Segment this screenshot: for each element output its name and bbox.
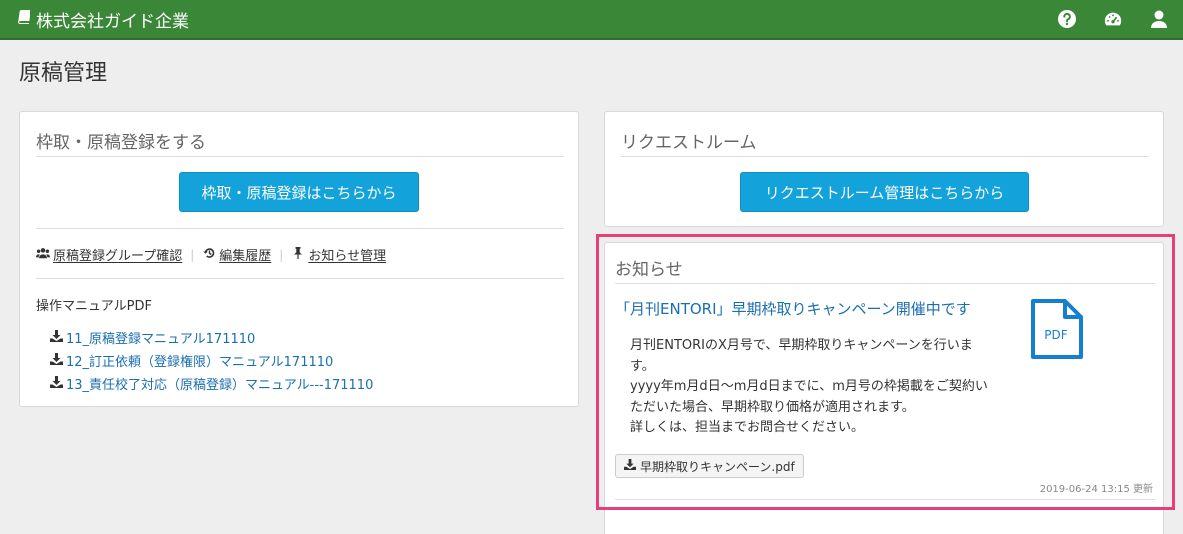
download-icon	[50, 352, 63, 369]
news-highlight-frame	[596, 234, 1175, 510]
request-room-button[interactable]: リクエストルーム管理はこちらから	[740, 172, 1029, 212]
manual-link-label: 11_原稿登録マニュアル171110	[66, 332, 256, 347]
download-icon	[50, 329, 63, 346]
edit-history-link[interactable]: 編集履歴	[202, 245, 271, 264]
link-separator: |	[279, 247, 284, 262]
pin-icon	[291, 246, 305, 263]
manuscript-registration-panel: 枠取・原稿登録をする 枠取・原稿登録はこちらから 原稿登録グループ確認 | 編集…	[19, 111, 579, 407]
download-icon	[50, 375, 63, 392]
manual-link[interactable]: 12_訂正依頼（登録権限）マニュアル171110	[50, 349, 373, 372]
history-icon	[202, 247, 216, 263]
divider	[621, 156, 1149, 157]
manual-list: 11_原稿登録マニュアル171110 12_訂正依頼（登録権限）マニュアル171…	[50, 326, 373, 395]
brand-name: 株式会社ガイド企業	[36, 11, 189, 32]
register-button[interactable]: 枠取・原稿登録はこちらから	[179, 172, 419, 212]
divider	[36, 278, 564, 279]
manual-link[interactable]: 13_責任校了対応（原稿登録）マニュアル---171110	[50, 372, 373, 395]
panel-title: 枠取・原稿登録をする	[36, 133, 206, 153]
divider	[36, 228, 564, 229]
divider	[36, 156, 564, 157]
news-manage-link[interactable]: お知らせ管理	[291, 245, 386, 264]
brand[interactable]: 株式会社ガイド企業	[16, 7, 189, 32]
page-title: 原稿管理	[19, 61, 108, 86]
request-room-panel: リクエストルーム リクエストルーム管理はこちらから	[604, 111, 1164, 227]
manual-link-label: 13_責任校了対応（原稿登録）マニュアル---171110	[66, 378, 374, 393]
edit-history-label: 編集履歴	[219, 249, 272, 264]
panel-links: 原稿登録グループ確認 | 編集履歴 | お知らせ管理	[36, 245, 386, 264]
book-icon	[16, 9, 31, 30]
link-separator: |	[190, 247, 195, 262]
dashboard-icon[interactable]	[1103, 9, 1123, 29]
news-manage-label: お知らせ管理	[308, 249, 387, 264]
help-icon[interactable]	[1057, 9, 1077, 29]
top-navbar: 株式会社ガイド企業	[0, 0, 1183, 40]
group-confirm-label: 原稿登録グループ確認	[53, 249, 183, 264]
manual-link-label: 12_訂正依頼（登録権限）マニュアル171110	[66, 355, 334, 370]
panel-title: リクエストルーム	[621, 133, 757, 153]
user-icon[interactable]	[1149, 9, 1169, 29]
manual-title: 操作マニュアルPDF	[36, 299, 152, 314]
users-icon	[36, 247, 50, 263]
group-confirm-link[interactable]: 原稿登録グループ確認	[36, 245, 182, 264]
manual-link[interactable]: 11_原稿登録マニュアル171110	[50, 326, 373, 349]
